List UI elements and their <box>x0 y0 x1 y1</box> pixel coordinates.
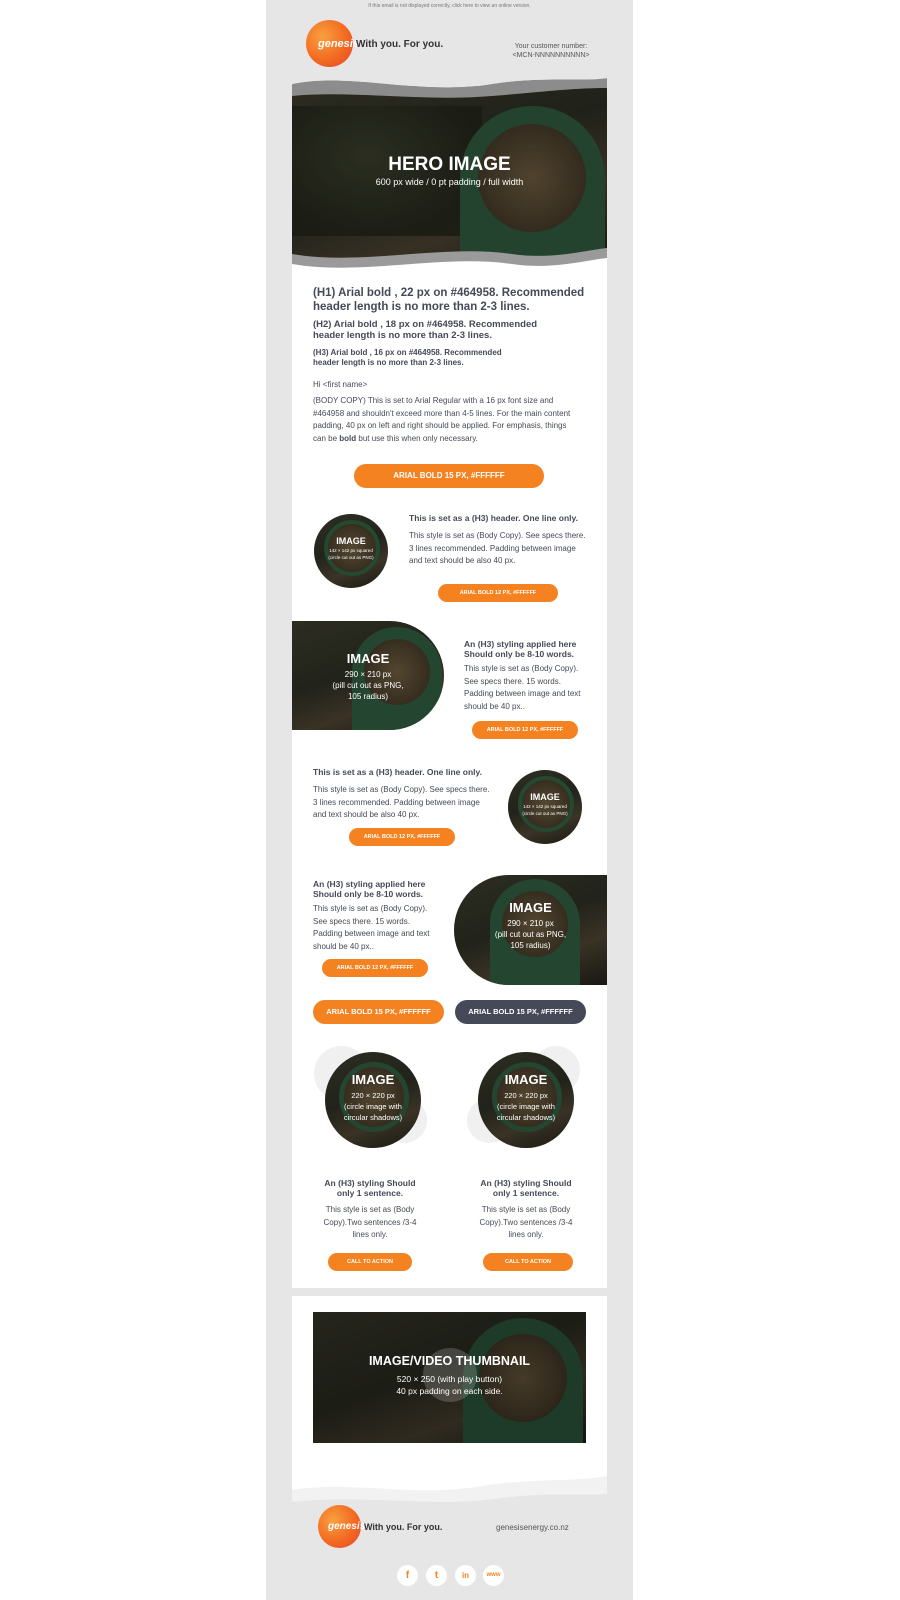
col2-img-title: IMAGE <box>504 1072 548 1087</box>
row2-cta-button[interactable]: ARIAL BOLD 12 PX, #FFFFFF <box>472 721 578 739</box>
row2-body: This style is set as (Body Copy). See sp… <box>464 664 581 711</box>
email-shell: If this email is not displayed correctly… <box>266 0 633 1600</box>
col2-circle-image: IMAGE 220 × 220 px (circle image with ci… <box>478 1052 574 1148</box>
row1-circle-image: IMAGE 142 × 142 px squared (circle cut o… <box>314 514 388 588</box>
row3-body: This style is set as (Body Copy). See sp… <box>313 785 490 819</box>
row1-body: This style is set as (Body Copy). See sp… <box>409 531 586 565</box>
col2-img-sub3: circular shadows) <box>496 1113 556 1122</box>
row4-body: This style is set as (Body Copy). See sp… <box>313 904 430 951</box>
video-sub2: 40 px padding on each side. <box>396 1386 503 1396</box>
linkedin-icon[interactable]: in <box>455 1565 476 1586</box>
row2-img-title: IMAGE <box>346 651 390 666</box>
row4-cta-button[interactable]: ARIAL BOLD 12 PX, #FFFFFF <box>322 959 428 977</box>
row3-img-sub2: (circle cut out as PNG) <box>522 811 568 816</box>
greeting: Hi <first name> <box>313 380 368 389</box>
facebook-icon[interactable]: f <box>397 1565 418 1586</box>
footer-website-link[interactable]: genesisenergy.co.nz <box>496 1523 569 1532</box>
col2-img-sub1: 220 × 220 px <box>504 1091 548 1100</box>
row3-cta-button[interactable]: ARIAL BOLD 12 PX, #FFFFFF <box>349 828 455 846</box>
row1-img-title: IMAGE <box>336 536 366 546</box>
col1-img-sub2: (circle image with <box>344 1102 402 1111</box>
preheader-link[interactable]: If this email is not displayed correctly… <box>266 3 633 9</box>
hero-bottom-wave <box>292 248 607 276</box>
row1-img-sub1: 142 × 142 px squared <box>329 548 373 553</box>
heading-h2: (H2) Arial bold , 18 px on #464958. Reco… <box>313 319 538 341</box>
row2-img-sub1: 290 × 210 px <box>344 670 392 679</box>
col1-img-title: IMAGE <box>351 1072 395 1087</box>
footer-logo-tagline: With you. For you. <box>364 1522 443 1532</box>
row3-heading: This is set as a (H3) header. One line o… <box>313 767 482 777</box>
row1-cta-button[interactable]: ARIAL BOLD 12 PX, #FFFFFF <box>438 584 558 602</box>
body-copy: (BODY COPY) This is set to Arial Regular… <box>313 395 575 445</box>
footer-logo[interactable]: genesis With you. For you. <box>318 1505 448 1550</box>
col1-overlay <box>325 1052 421 1148</box>
row2-pill-image: IMAGE 290 × 210 px (pill cut out as PNG,… <box>292 621 444 730</box>
col1-circle-image: IMAGE 220 × 220 px (circle image with ci… <box>325 1052 421 1148</box>
main-content-card: HERO IMAGE 600 px wide / 0 pt padding / … <box>292 74 607 1288</box>
row3-circle-image: IMAGE 142 × 142 px squared (circle cut o… <box>508 770 582 844</box>
logo-wordmark: genesis <box>318 38 359 50</box>
row2-img-sub3: 105 radius) <box>347 692 389 701</box>
customer-number-value: <MCN-NNNNNNNNNN> <box>512 52 590 59</box>
hero-top-wave <box>292 74 607 98</box>
video-thumbnail[interactable]: IMAGE/VIDEO THUMBNAIL 520 × 250 (with pl… <box>313 1312 586 1443</box>
row4-img-title: IMAGE <box>509 900 552 915</box>
row1-img-sub2: (circle cut out as PNG) <box>328 555 374 560</box>
row3-img-sub1: 142 × 142 px squared <box>523 804 567 809</box>
customer-number-label: Your customer number: <box>514 43 588 50</box>
row3-img-title: IMAGE <box>530 792 560 802</box>
col2-cta-button[interactable]: CALL TO ACTION <box>483 1253 573 1271</box>
row4-img-sub3: 105 radius) <box>510 941 551 950</box>
body-copy-tail: but use this when only necessary. <box>356 433 478 443</box>
header-logo[interactable]: genesis With you. For you. <box>306 20 443 68</box>
heading-h3: (H3) Arial bold , 16 px on #464958. Reco… <box>313 348 502 367</box>
twitter-icon[interactable]: t <box>426 1565 447 1586</box>
video-title: IMAGE/VIDEO THUMBNAIL <box>368 1354 531 1368</box>
col2-overlay <box>478 1052 574 1148</box>
row4-img-sub1: 290 × 210 px <box>507 919 554 928</box>
hero-title: HERO IMAGE <box>388 154 511 175</box>
col1-cta-button[interactable]: CALL TO ACTION <box>328 1253 412 1271</box>
row2-heading: An (H3) styling applied here Should only… <box>464 639 577 659</box>
logo-tagline: With you. For you. <box>356 39 444 50</box>
hero-subtitle: 600 px wide / 0 pt padding / full width <box>375 177 524 187</box>
row1-heading: This is set as a (H3) header. One line o… <box>409 513 578 523</box>
col2-heading: An (H3) styling Should only 1 sentence. <box>480 1178 572 1198</box>
body-copy-bold: bold <box>339 433 357 443</box>
col1-img-sub3: circular shadows) <box>343 1113 403 1122</box>
row4-heading: An (H3) styling applied here Should only… <box>313 879 426 899</box>
customer-number: Your customer number: <MCN-NNNNNNNNNN> <box>496 42 606 60</box>
col1-body: This style is set as (Body Copy).Two sen… <box>323 1205 417 1239</box>
secondary-button[interactable]: ARIAL BOLD 15 PX, #FFFFFF <box>455 1000 586 1024</box>
row4-img-sub2: (pill cut out as PNG, <box>494 930 567 939</box>
row4-pill-image: IMAGE 290 × 210 px (pill cut out as PNG,… <box>454 875 607 985</box>
col1-img-sub1: 220 × 220 px <box>351 1091 395 1100</box>
video-card: IMAGE/VIDEO THUMBNAIL 520 × 250 (with pl… <box>292 1296 607 1518</box>
main-cta-button[interactable]: ARIAL BOLD 15 PX, #FFFFFF <box>354 464 544 488</box>
heading-h1: (H1) Arial bold , 22 px on #464958. Reco… <box>313 287 585 313</box>
primary-button[interactable]: ARIAL BOLD 15 PX, #FFFFFF <box>313 1000 444 1024</box>
col1-heading: An (H3) styling Should only 1 sentence. <box>324 1178 416 1198</box>
footer-logo-wordmark: genesis <box>328 1521 366 1532</box>
col2-body: This style is set as (Body Copy).Two sen… <box>479 1205 573 1239</box>
video-sub1: 520 × 250 (with play button) <box>396 1374 503 1384</box>
globe-icon[interactable]: www <box>483 1565 504 1586</box>
row2-img-sub2: (pill cut out as PNG, <box>332 681 404 690</box>
col2-img-sub2: (circle image with <box>497 1102 555 1111</box>
